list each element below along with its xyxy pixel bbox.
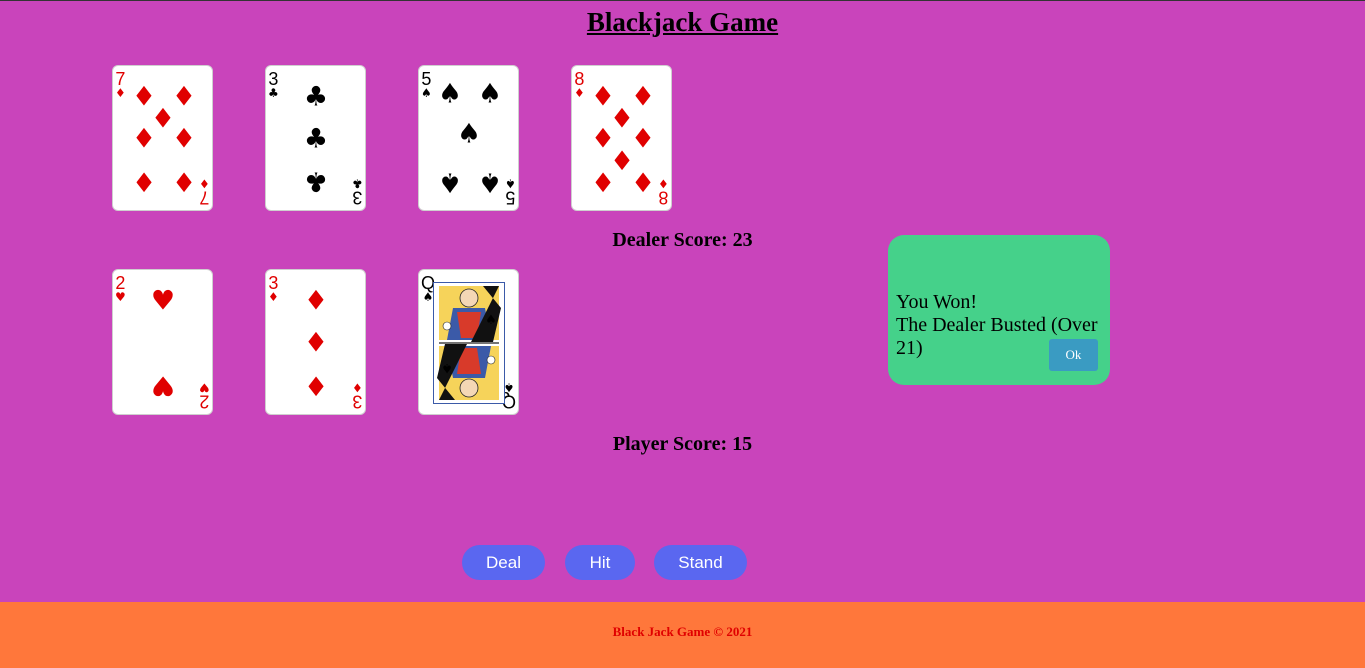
diamond-pip-icon: ♦: [303, 327, 329, 359]
card-suit-icon: ♦: [658, 175, 669, 190]
stand-button[interactable]: Stand: [654, 545, 747, 580]
club-pip-icon: ♣: [303, 81, 329, 113]
card-suit-icon: ♠: [505, 175, 516, 190]
card-corner-index: 3 ♣: [352, 175, 363, 207]
card-corner-index: 5 ♠: [505, 175, 516, 207]
spade-pip-icon: ♠: [437, 166, 463, 198]
card-suit-icon: ♦: [268, 290, 279, 305]
card-rank: 3: [352, 187, 363, 207]
diamond-pip-icon: ♦: [171, 123, 197, 155]
queen-of-spades-art: ♠♠: [433, 282, 505, 404]
hit-button[interactable]: Hit: [565, 545, 635, 580]
card-corner-index: 7 ♦: [115, 70, 126, 101]
card-rank: 3: [352, 391, 363, 411]
diamond-pip-icon: ♦: [630, 123, 656, 155]
svg-text:♠: ♠: [441, 360, 453, 375]
heart-pip-icon: ♥: [150, 285, 176, 317]
card-suit-icon: ♦: [574, 86, 585, 101]
diamond-pip-icon: ♦: [630, 81, 656, 113]
spade-pip-icon: ♠: [477, 166, 503, 198]
dealer-card-5-of-spades: 5 ♠ 5 ♠ ♠ ♠ ♠ ♠ ♠: [418, 65, 519, 211]
club-pip-icon: ♣: [303, 165, 329, 197]
card-suit-icon: ♦: [115, 86, 126, 101]
card-suit-icon: ♣: [352, 175, 363, 190]
diamond-pip-icon: ♦: [171, 81, 197, 113]
dealer-card-8-of-diamonds: 8 ♦ 8 ♦ ♦ ♦ ♦ ♦ ♦ ♦ ♦ ♦: [571, 65, 672, 211]
card-corner-index: 2 ♥: [115, 274, 126, 305]
spade-pip-icon: ♠: [456, 118, 482, 150]
card-corner-index: 3 ♦: [352, 379, 363, 411]
card-corner-index: 3 ♣: [268, 70, 279, 101]
card-suit-icon: ♦: [199, 175, 210, 190]
deal-button[interactable]: Deal: [462, 545, 545, 580]
card-suit-icon: ♦: [352, 379, 363, 394]
card-rank: 5: [505, 187, 516, 207]
footer-text: Black Jack Game © 2021: [612, 624, 753, 639]
player-card-3-of-diamonds: 3 ♦ 3 ♦ ♦ ♦ ♦: [265, 269, 366, 415]
diamond-pip-icon: ♦: [131, 165, 157, 197]
card-suit-icon: ♠: [421, 86, 432, 101]
card-corner-index: 7 ♦: [199, 175, 210, 207]
card-corner-index: 2 ♥: [199, 379, 210, 411]
diamond-pip-icon: ♦: [131, 123, 157, 155]
dealer-score: Dealer Score: 23: [612, 229, 753, 251]
diamond-pip-icon: ♦: [590, 165, 616, 197]
card-corner-index: 8 ♦: [658, 175, 669, 207]
spade-pip-icon: ♠: [477, 78, 503, 110]
svg-text:♠: ♠: [485, 313, 497, 328]
card-suit-icon: ♥: [115, 290, 126, 305]
diamond-pip-icon: ♦: [303, 369, 329, 401]
player-score: Player Score: 15: [612, 433, 753, 455]
top-border: [0, 0, 1365, 1]
ok-button[interactable]: Ok: [1049, 339, 1098, 371]
heart-pip-icon: ♥: [150, 369, 176, 401]
page-title: Blackjack Game: [586, 7, 779, 37]
result-popup: You Won! The Dealer Busted (Over 21) Ok: [888, 235, 1110, 385]
footer: Black Jack Game © 2021: [0, 602, 1365, 668]
card-rank: 8: [658, 187, 669, 207]
diamond-pip-icon: ♦: [171, 165, 197, 197]
card-rank: 7: [199, 187, 210, 207]
dealer-card-3-of-clubs: 3 ♣ 3 ♣ ♣ ♣ ♣: [265, 65, 366, 211]
card-rank: 2: [199, 391, 210, 411]
card-corner-index: 8 ♦: [574, 70, 585, 101]
card-corner-index: 5 ♠: [421, 70, 432, 101]
card-suit-icon: ♣: [268, 86, 279, 101]
player-card-2-of-hearts: 2 ♥ 2 ♥ ♥ ♥: [112, 269, 213, 415]
result-title: You Won!: [896, 291, 978, 313]
spade-pip-icon: ♠: [437, 78, 463, 110]
diamond-pip-icon: ♦: [630, 165, 656, 197]
player-card-q-of-spades: Q ♠ Q ♠ ♠ ♠: [418, 269, 519, 415]
club-pip-icon: ♣: [303, 123, 329, 155]
dealer-card-7-of-diamonds: 7 ♦ 7 ♦ ♦ ♦ ♦ ♦ ♦ ♦ ♦: [112, 65, 213, 211]
card-suit-icon: ♥: [199, 379, 210, 394]
card-corner-index: 3 ♦: [268, 274, 279, 305]
diamond-pip-icon: ♦: [303, 285, 329, 317]
